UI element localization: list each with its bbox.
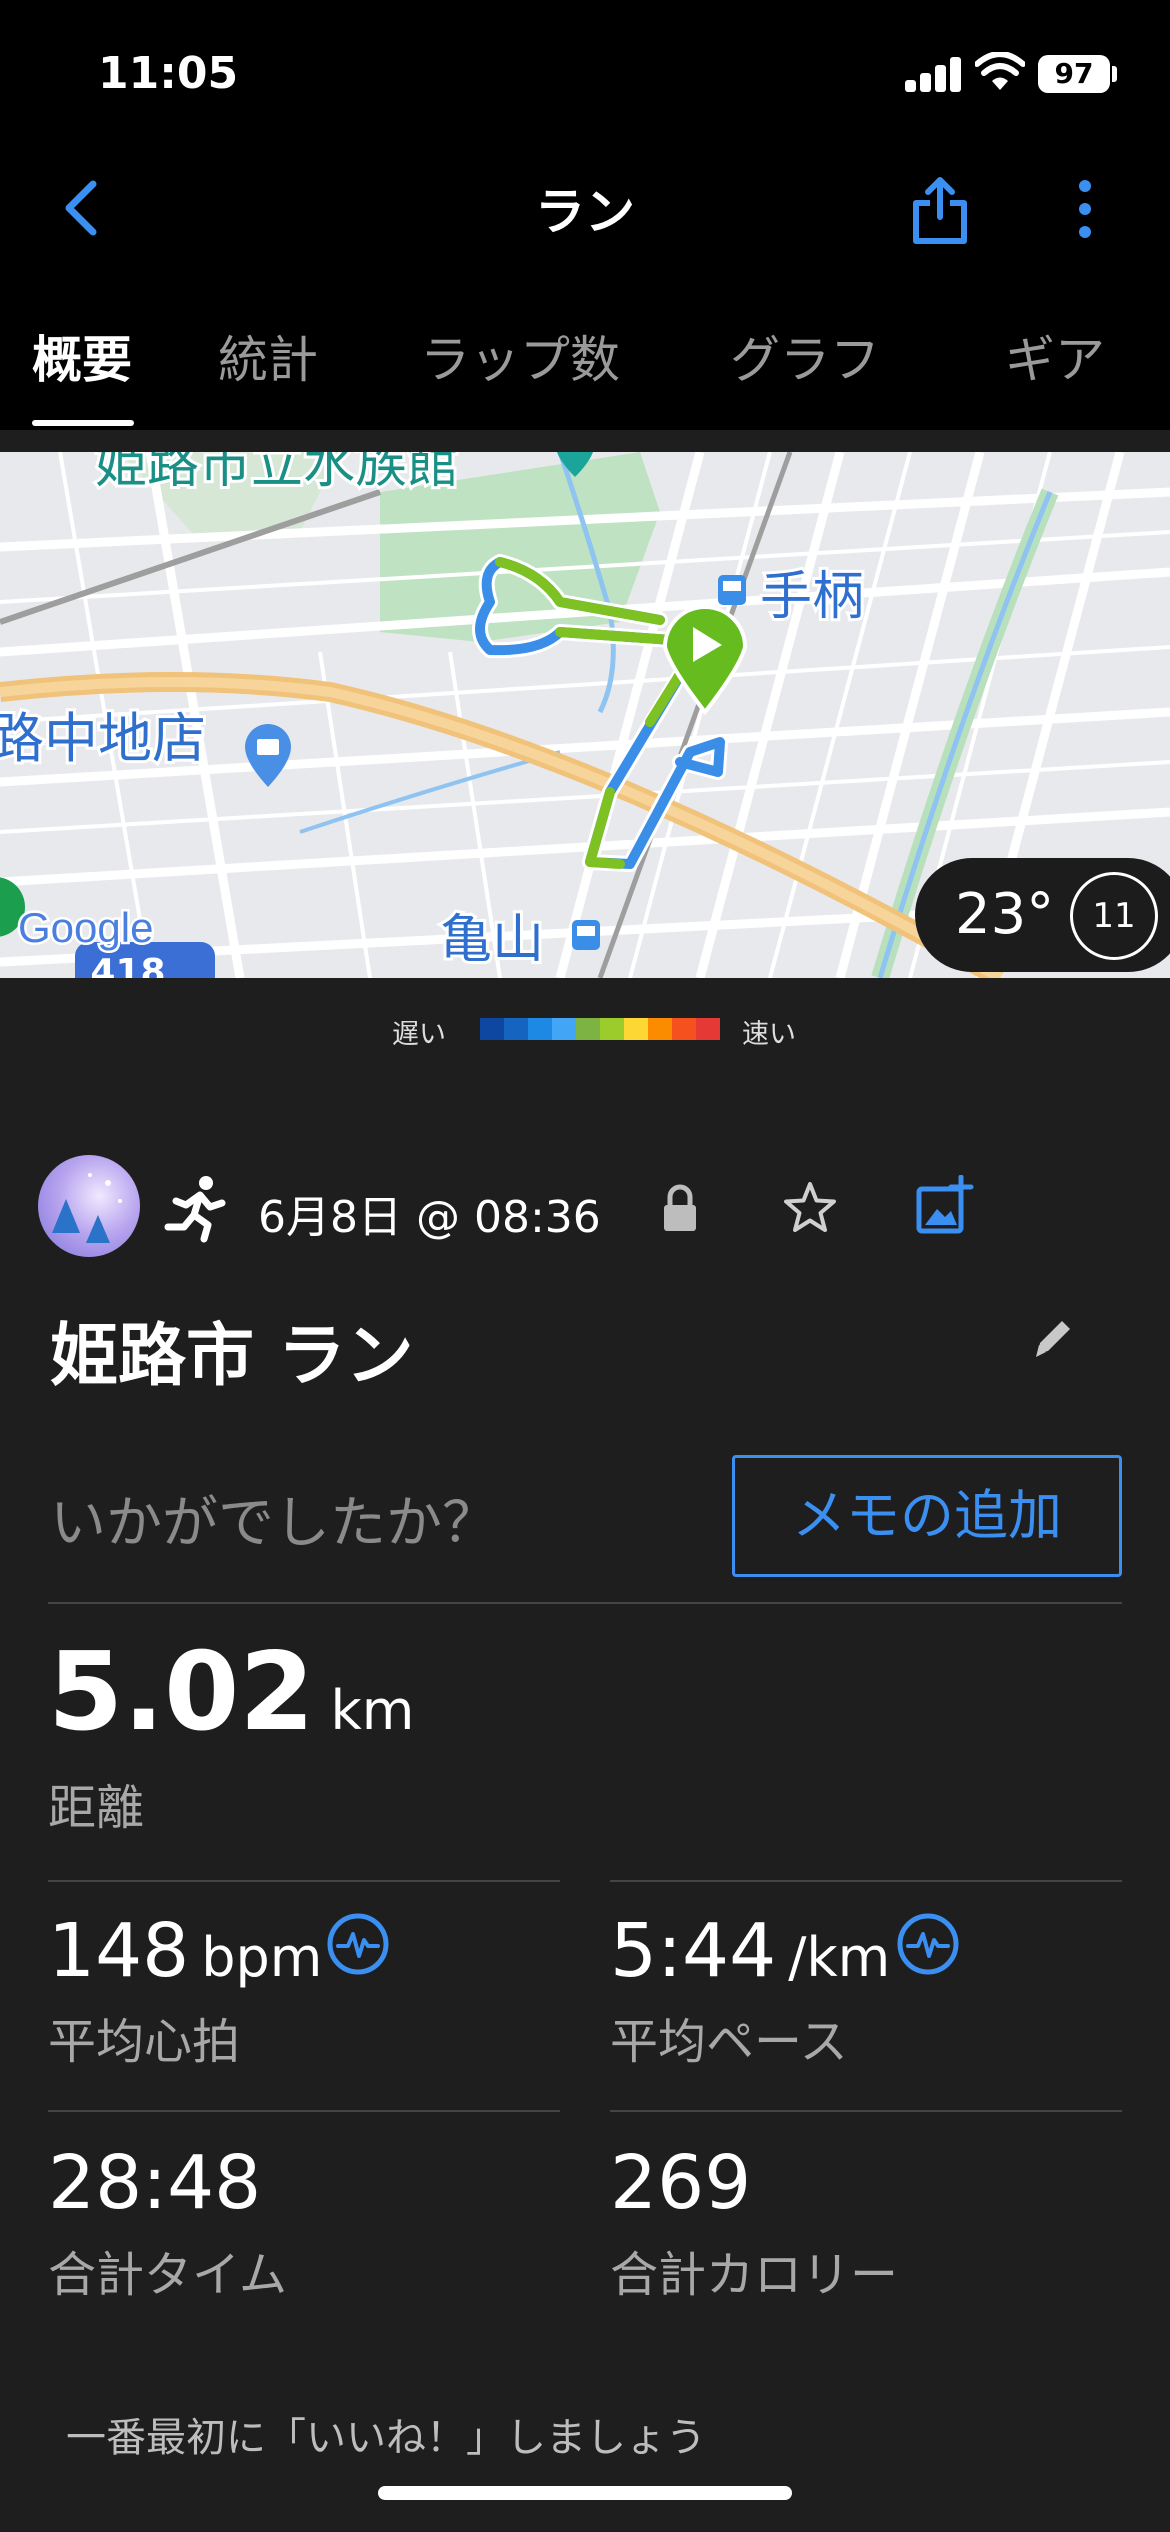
- heart-rate-label: 平均心拍: [48, 2014, 241, 2070]
- pace-stat: 5:44/km: [610, 1908, 890, 1994]
- edit-pencil-icon[interactable]: [1030, 1313, 1078, 1361]
- tab-graph[interactable]: グラフ: [730, 320, 880, 392]
- home-indicator: [378, 2486, 792, 2500]
- activity-date: 6月8日 @ 08:36: [258, 1192, 601, 1243]
- total-time-label: 合計タイム: [48, 2247, 288, 2303]
- heart-rate-unit: bpm: [201, 1926, 323, 1989]
- tab-bar: 概要 統計 ラップ数 グラフ ギア: [0, 280, 1170, 430]
- pace-legend: 遅い 速い: [0, 1008, 1170, 1050]
- weather-badge[interactable]: 23° 11: [915, 858, 1170, 972]
- battery-nub: [1112, 66, 1117, 82]
- divider: [48, 1880, 560, 1882]
- heart-rate-zone-icon[interactable]: [326, 1912, 390, 1976]
- pace-color-swatch: [528, 1018, 552, 1040]
- pace-value: 5:44: [610, 1908, 777, 1994]
- pace-color-swatch: [576, 1018, 600, 1040]
- memo-prompt: いかがでしたか？: [50, 1491, 498, 1556]
- activity-meta-row: 6月8日 @ 08:36: [0, 1155, 1170, 1260]
- distance-label: 距離: [48, 1780, 145, 1836]
- pace-color-swatch: [648, 1018, 672, 1040]
- pace-color-scale: [480, 1018, 720, 1040]
- user-avatar[interactable]: [38, 1155, 140, 1257]
- lock-icon[interactable]: [660, 1183, 700, 1233]
- legend-slow-label: 遅い: [392, 1019, 446, 1050]
- legend-fast-label: 速い: [742, 1019, 796, 1050]
- status-bar: 11:05 97: [0, 0, 1170, 140]
- navigation-bar: ラン: [0, 140, 1170, 280]
- map-label-kameyama: 亀山: [440, 910, 544, 970]
- calories-label: 合計カロリー: [610, 2247, 899, 2303]
- tab-stats[interactable]: 統計: [218, 320, 318, 392]
- divider: [610, 2110, 1122, 2112]
- heart-rate-stat: 148 bpm: [48, 1908, 322, 1994]
- map-label-store: 路中地店: [0, 707, 206, 770]
- pace-zone-icon[interactable]: [896, 1912, 960, 1976]
- divider: [48, 2110, 560, 2112]
- distance-stat: 5.02 km: [48, 1630, 414, 1755]
- total-time-value: 28:48: [48, 2140, 262, 2226]
- tab-gear[interactable]: ギア: [1005, 320, 1105, 392]
- wifi-icon: [975, 52, 1025, 90]
- share-icon[interactable]: [910, 175, 970, 245]
- pace-color-swatch: [480, 1018, 504, 1040]
- pace-color-swatch: [696, 1018, 720, 1040]
- heart-rate-value: 148: [48, 1908, 190, 1994]
- divider: [610, 1880, 1122, 1882]
- more-options-icon[interactable]: [1070, 180, 1100, 250]
- wind-direction-icon: 11: [1070, 872, 1158, 960]
- weather-temperature: 23°: [955, 882, 1055, 947]
- pace-color-swatch: [624, 1018, 648, 1040]
- like-prompt[interactable]: 一番最初に「いいね！」しましょう: [66, 2405, 706, 2463]
- distance-unit: km: [330, 1679, 415, 1742]
- star-icon[interactable]: [782, 1180, 838, 1236]
- add-memo-button[interactable]: メモの追加: [732, 1455, 1122, 1577]
- pace-unit: /km: [788, 1926, 891, 1989]
- route-number-shield: 418: [90, 952, 165, 978]
- distance-value: 5.02: [48, 1630, 315, 1755]
- pace-color-swatch: [552, 1018, 576, 1040]
- pace-color-swatch: [600, 1018, 624, 1040]
- tab-overview[interactable]: 概要: [32, 320, 132, 392]
- status-time: 11:05: [98, 48, 239, 99]
- google-logo: Google: [18, 904, 153, 951]
- calories-value: 269: [610, 2140, 752, 2226]
- battery-indicator: 97: [1038, 55, 1110, 93]
- running-icon: [164, 1176, 226, 1243]
- cellular-signal-icon: [905, 56, 965, 92]
- activity-title: 姫路市 ラン: [50, 1317, 414, 1396]
- tab-laps[interactable]: ラップ数: [420, 320, 620, 392]
- map-label-tegara: 手柄: [760, 567, 864, 627]
- add-photo-icon[interactable]: [915, 1175, 975, 1235]
- pace-label: 平均ペース: [610, 2014, 848, 2070]
- page-title: ラン: [535, 183, 635, 241]
- pace-color-swatch: [672, 1018, 696, 1040]
- divider: [48, 1602, 1122, 1604]
- active-tab-indicator: [32, 420, 134, 426]
- pace-color-swatch: [504, 1018, 528, 1040]
- map-label-aquarium: 姫路市立水族館: [95, 452, 459, 495]
